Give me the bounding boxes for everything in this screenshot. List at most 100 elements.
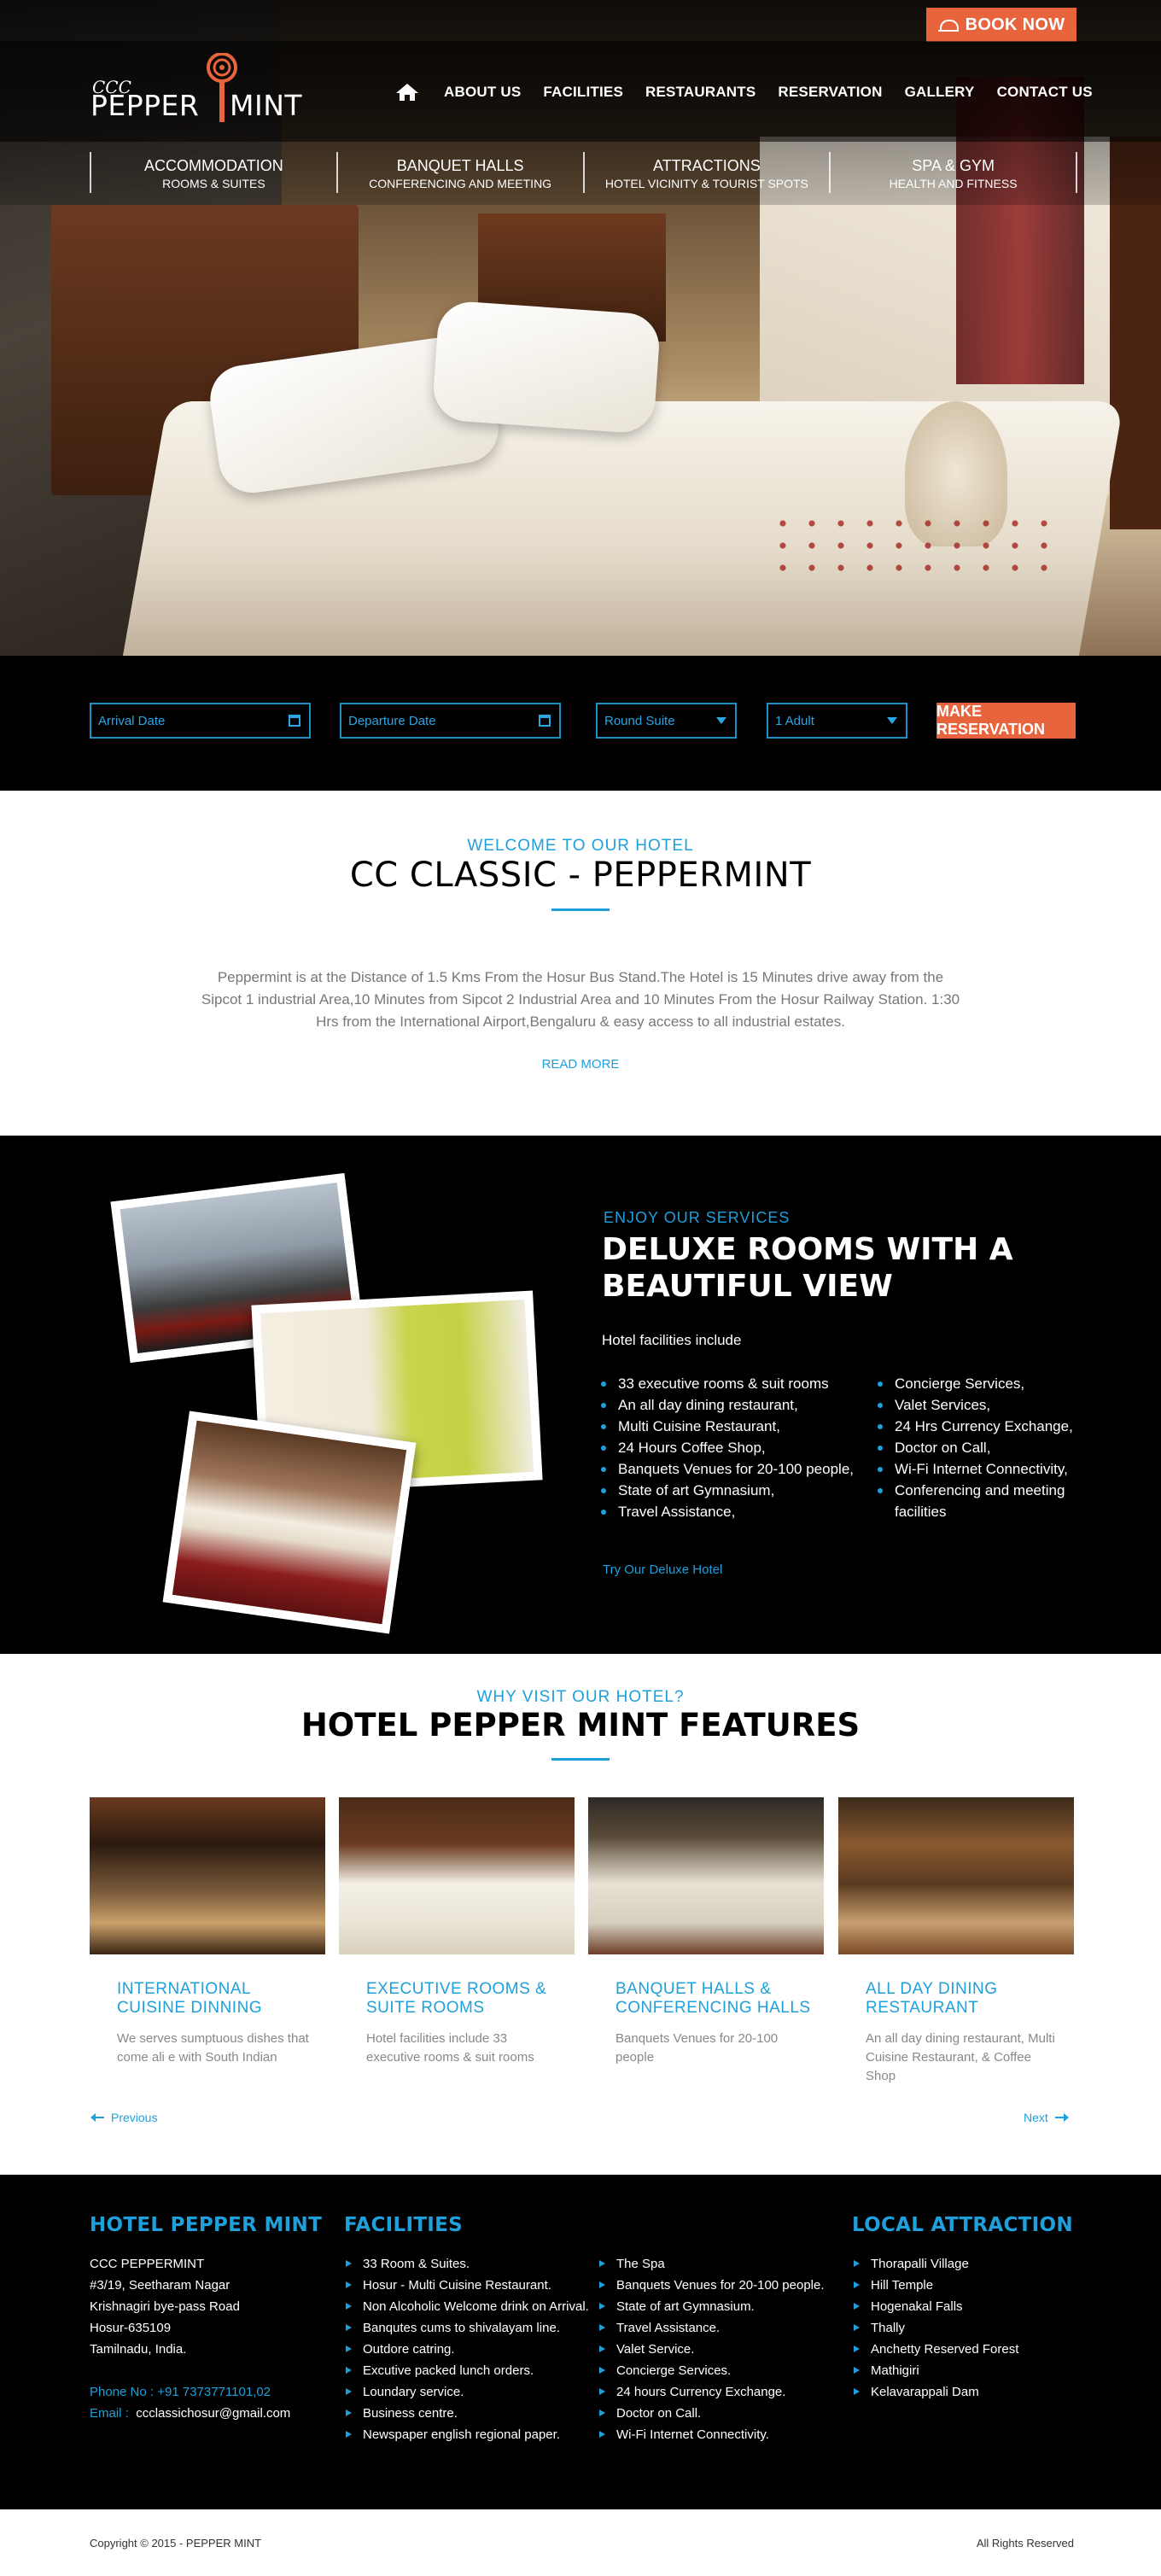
feature-desc: An all day dining restaurant, Multi Cuis…: [866, 2031, 1055, 2083]
try-deluxe-link[interactable]: Try Our Deluxe Hotel: [603, 1563, 722, 1577]
footer-hotel-title: HOTEL PEPPER MINT: [90, 2214, 323, 2236]
calendar-icon: [289, 715, 300, 727]
feature-image: [838, 1797, 1074, 1954]
subnav-banquet-halls[interactable]: BANQUET HALLS CONFERENCING AND MEETING: [335, 152, 583, 193]
title-underline: [551, 1758, 610, 1761]
footer-link[interactable]: 24 hours Currency Exchange.: [598, 2381, 825, 2403]
logo[interactable]: CCC PEPPER MINT: [90, 53, 304, 126]
welcome-section: WELCOME TO OUR HOTEL CC CLASSIC - PEPPER…: [0, 791, 1161, 1136]
footer-link[interactable]: Banqutes cums to shivalayam line.: [344, 2317, 589, 2339]
list-item: Valet Services,: [874, 1394, 1079, 1416]
footer-facilities-title: FACILITIES: [344, 2214, 464, 2236]
list-item: 33 executive rooms & suit rooms: [598, 1373, 862, 1394]
footer-facilities-list-a: 33 Room & Suites. Hosur - Multi Cuisine …: [344, 2253, 589, 2445]
footer-phone[interactable]: Phone No : +91 7373771101,02: [90, 2381, 290, 2403]
previous-label: Previous: [111, 2111, 158, 2124]
footer-link[interactable]: Anchetty Reserved Forest: [852, 2339, 1018, 2360]
footer-link[interactable]: Thorapalli Village: [852, 2253, 1018, 2275]
footer-link[interactable]: Hill Temple: [852, 2275, 1018, 2296]
feature-card-rooms[interactable]: EXECUTIVE ROOMS & SUITE ROOMS Hotel faci…: [339, 1797, 575, 2067]
subnav-attractions[interactable]: ATTRACTIONS HOTEL VICINITY & TOURIST SPO…: [582, 152, 830, 193]
subnav-spa-gym[interactable]: SPA & GYM HEALTH AND FITNESS: [829, 152, 1077, 193]
home-icon[interactable]: [394, 82, 420, 102]
list-item: 24 Hrs Currency Exchange,: [874, 1416, 1079, 1437]
email-value: ccclassichosur@gmail.com: [136, 2406, 291, 2421]
list-item: Conferencing and meeting facilities: [874, 1480, 1079, 1522]
footer-link[interactable]: Outdore catring.: [344, 2339, 589, 2360]
footer-link[interactable]: Concierge Services.: [598, 2360, 825, 2381]
footer-link[interactable]: State of art Gymnasium.: [598, 2296, 825, 2317]
feature-title: ALL DAY DINING RESTAURANT: [866, 1980, 998, 2017]
previous-button[interactable]: Previous: [90, 2111, 158, 2124]
feature-card-cuisine[interactable]: INTERNATIONAL CUISINE DINNING We serves …: [90, 1797, 325, 2067]
footer-link[interactable]: Wi-Fi Internet Connectivity.: [598, 2424, 825, 2445]
sub-navigation: ACCOMMODATION ROOMS & SUITES BANQUET HAL…: [90, 152, 1077, 193]
subnav-title: ATTRACTIONS: [653, 157, 761, 174]
footer: HOTEL PEPPER MINT CCC PEPPERMINT #3/19, …: [0, 2175, 1161, 2509]
hero-pillow: [431, 300, 662, 435]
address-line: Tamilnadu, India.: [90, 2342, 187, 2357]
feature-image: [339, 1797, 575, 1954]
footer-attractions-title: LOCAL ATTRACTION: [852, 2214, 1073, 2236]
footer-link[interactable]: Newspaper english regional paper.: [344, 2424, 589, 2445]
footer-link[interactable]: Business centre.: [344, 2403, 589, 2424]
feature-desc: Banquets Venues for 20-100 people: [616, 2031, 779, 2065]
footer-link[interactable]: Valet Service.: [598, 2339, 825, 2360]
features-section: WHY VISIT OUR HOTEL? HOTEL PEPPER MINT F…: [0, 1654, 1161, 2175]
nav-about-us[interactable]: ABOUT US: [444, 84, 521, 101]
chevron-down-icon: [887, 717, 897, 724]
nav-gallery[interactable]: GALLERY: [905, 84, 975, 101]
calendar-icon: [539, 715, 551, 727]
features-title: HOTEL PEPPER MINT FEATURES: [300, 1707, 861, 1744]
footer-link[interactable]: Banquets Venues for 20-100 people.: [598, 2275, 825, 2296]
adults-select[interactable]: 1 Adult: [767, 703, 907, 739]
email-label: Email :: [90, 2406, 129, 2421]
footer-link[interactable]: Hogenakal Falls: [852, 2296, 1018, 2317]
read-more-link[interactable]: READ MORE: [0, 1057, 1161, 1072]
reservation-bar: Arrival Date Departure Date Round Suite …: [0, 656, 1161, 791]
feature-card-dining[interactable]: ALL DAY DINING RESTAURANT An all day din…: [838, 1797, 1074, 2086]
copyright-bar: Copyright © 2015 - PEPPER MINT All Right…: [0, 2509, 1161, 2576]
footer-link[interactable]: Kelavarappali Dam: [852, 2381, 1018, 2403]
next-label: Next: [1024, 2111, 1048, 2124]
feature-desc: Hotel facilities include 33 executive ro…: [366, 2031, 534, 2065]
make-reservation-button[interactable]: MAKE RESERVATION: [936, 703, 1076, 739]
footer-link[interactable]: The Spa: [598, 2253, 825, 2275]
footer-address: CCC PEPPERMINT #3/19, Seetharam Nagar Kr…: [90, 2253, 290, 2424]
footer-link[interactable]: Doctor on Call.: [598, 2403, 825, 2424]
footer-email[interactable]: Email : ccclassichosur@gmail.com: [90, 2403, 290, 2424]
footer-link[interactable]: Travel Assistance.: [598, 2317, 825, 2339]
nav-contact-us[interactable]: CONTACT US: [997, 84, 1093, 101]
feature-title: INTERNATIONAL CUISINE DINNING: [117, 1980, 263, 2017]
footer-link[interactable]: 33 Room & Suites.: [344, 2253, 589, 2275]
footer-link[interactable]: Loundary service.: [344, 2381, 589, 2403]
footer-link[interactable]: Thally: [852, 2317, 1018, 2339]
book-now-button[interactable]: BOOK NOW: [926, 8, 1076, 42]
nav-restaurants[interactable]: RESTAURANTS: [645, 84, 756, 101]
next-button[interactable]: Next: [1024, 2111, 1069, 2124]
hero-rose-petals: [768, 512, 1059, 581]
phone-value: +91 7373771101,02: [157, 2385, 271, 2399]
arrival-date-placeholder: Arrival Date: [98, 713, 166, 728]
chevron-down-icon: [716, 717, 726, 724]
subnav-accommodation[interactable]: ACCOMMODATION ROOMS & SUITES: [90, 152, 336, 193]
book-now-label: BOOK NOW: [965, 15, 1065, 34]
arrival-date-field[interactable]: Arrival Date: [90, 703, 311, 739]
hotel-room-photo: [162, 1411, 417, 1634]
footer-link[interactable]: Non Alcoholic Welcome drink on Arrival.: [344, 2296, 589, 2317]
footer-link[interactable]: Hosur - Multi Cuisine Restaurant.: [344, 2275, 589, 2296]
departure-date-field[interactable]: Departure Date: [340, 703, 561, 739]
list-item: Multi Cuisine Restaurant,: [598, 1416, 862, 1437]
address-line: Krishnagiri bye-pass Road: [90, 2299, 240, 2314]
feature-card-banquet[interactable]: BANQUET HALLS & CONFERENCING HALLS Banqu…: [588, 1797, 824, 2067]
feature-image: [90, 1797, 325, 1954]
main-nav: ABOUT US FACILITIES RESTAURANTS RESERVAT…: [394, 82, 1093, 102]
nav-reservation[interactable]: RESERVATION: [778, 84, 882, 101]
footer-attractions-list: Thorapalli Village Hill Temple Hogenakal…: [852, 2253, 1018, 2403]
nav-facilities[interactable]: FACILITIES: [543, 84, 623, 101]
footer-link[interactable]: Mathigiri: [852, 2360, 1018, 2381]
footer-link[interactable]: Excutive packed lunch orders.: [344, 2360, 589, 2381]
address-line: CCC PEPPERMINT: [90, 2257, 205, 2271]
subnav-subtitle: CONFERENCING AND MEETING: [369, 177, 552, 190]
room-type-select[interactable]: Round Suite: [596, 703, 737, 739]
